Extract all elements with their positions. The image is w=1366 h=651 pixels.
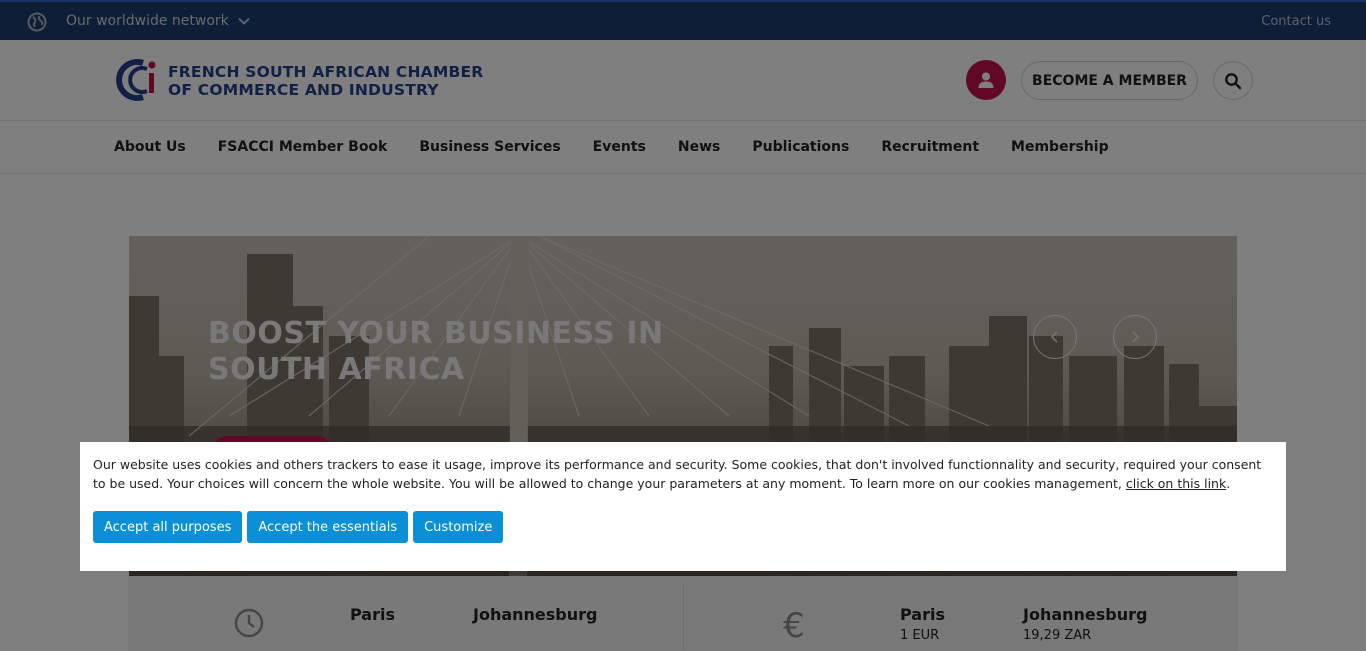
customize-button[interactable]: Customize bbox=[413, 511, 504, 543]
cookie-message: Our website uses cookies and others trac… bbox=[93, 455, 1273, 493]
cookie-consent-banner: Our website uses cookies and others trac… bbox=[80, 442, 1286, 571]
cookie-text-end: . bbox=[1226, 476, 1231, 491]
accept-all-button[interactable]: Accept all purposes bbox=[93, 511, 243, 543]
cookie-buttons: Accept all purposes Accept the essential… bbox=[93, 511, 504, 543]
cookie-policy-link[interactable]: click on this link bbox=[1126, 476, 1226, 491]
cookie-text: Our website uses cookies and others trac… bbox=[93, 457, 1262, 491]
accept-essentials-button[interactable]: Accept the essentials bbox=[247, 511, 409, 543]
